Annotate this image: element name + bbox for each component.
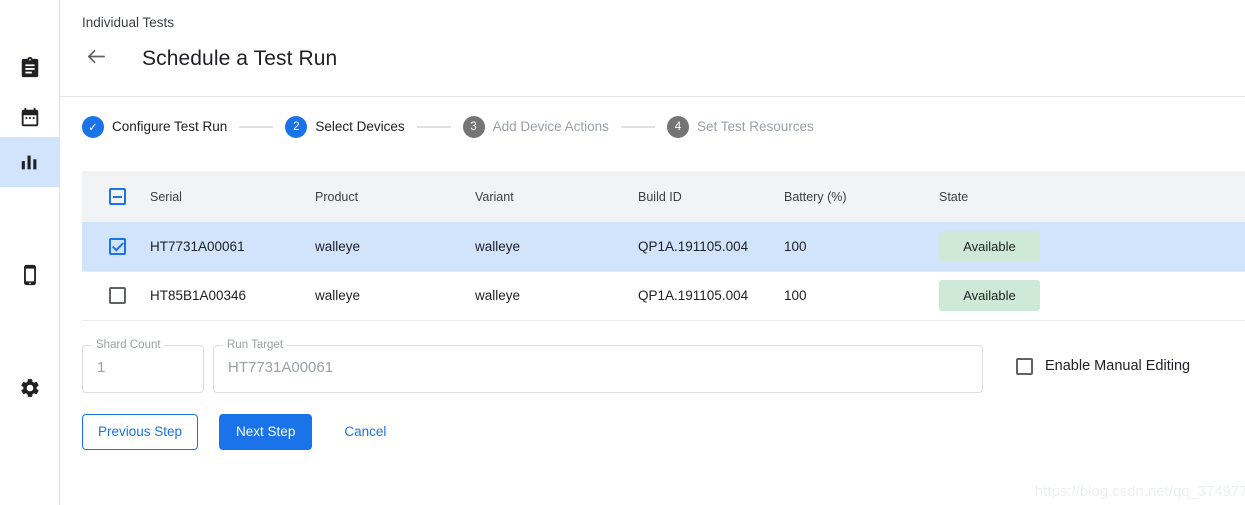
page-title: Schedule a Test Run xyxy=(142,47,337,71)
column-header-serial: Serial xyxy=(150,171,315,222)
cell-battery: 100 xyxy=(784,271,939,320)
enable-manual-editing-label: Enable Manual Editing xyxy=(1045,358,1190,374)
shard-count-field[interactable]: Shard Count 1 xyxy=(82,345,204,393)
run-target-label: Run Target xyxy=(223,338,287,352)
shard-count-value: 1 xyxy=(97,359,105,376)
run-target-field[interactable]: Run Target HT7731A00061 xyxy=(213,345,983,393)
app-window: Individual Tests Schedule a Test Run ✓ C… xyxy=(0,0,1245,505)
row-select-cell xyxy=(82,271,150,320)
sidebar xyxy=(0,0,60,505)
sidebar-item-analytics[interactable] xyxy=(0,137,60,187)
row-checkbox[interactable] xyxy=(109,238,126,255)
step-set-test-resources[interactable]: 4 Set Test Resources xyxy=(667,116,814,138)
step-1-label: Configure Test Run xyxy=(112,119,227,134)
back-button[interactable] xyxy=(79,42,113,76)
step-2-indicator: 2 xyxy=(285,116,307,138)
bar-chart-icon xyxy=(19,151,41,173)
sidebar-item-calendar[interactable] xyxy=(0,93,60,143)
form-row: Shard Count 1 Run Target HT7731A00061 En… xyxy=(82,345,1245,393)
step-1-indicator: ✓ xyxy=(82,116,104,138)
cell-variant: walleye xyxy=(475,271,638,320)
page-header: Individual Tests Schedule a Test Run xyxy=(60,0,1245,97)
step-4-indicator: 4 xyxy=(667,116,689,138)
action-buttons: Previous Step Next Step Cancel xyxy=(82,414,1245,450)
table-row[interactable]: HT7731A00061 walleye walleye QP1A.191105… xyxy=(82,222,1245,271)
breadcrumb: Individual Tests xyxy=(82,14,1245,32)
run-target-value: HT7731A00061 xyxy=(228,359,333,376)
step-connector-2 xyxy=(417,126,451,128)
cell-battery: 100 xyxy=(784,222,939,271)
cell-build-id: QP1A.191105.004 xyxy=(638,222,784,271)
column-header-product: Product xyxy=(315,171,475,222)
select-all-header-cell xyxy=(82,171,150,222)
column-header-state: State xyxy=(939,171,1245,222)
sidebar-item-clipboard[interactable] xyxy=(0,43,60,93)
watermark: https://blog.csdn.net/qq_37497758 xyxy=(1035,484,1245,500)
table-row[interactable]: HT85B1A00346 walleye walleye QP1A.191105… xyxy=(82,271,1245,320)
cell-state: Available xyxy=(939,222,1245,271)
phone-icon xyxy=(19,264,41,286)
step-select-devices[interactable]: 2 Select Devices xyxy=(285,116,404,138)
step-3-indicator: 3 xyxy=(463,116,485,138)
next-step-button[interactable]: Next Step xyxy=(219,414,312,450)
sidebar-item-settings[interactable] xyxy=(0,363,60,413)
step-connector-1 xyxy=(239,126,273,128)
device-table-container: Serial Product Variant Build ID Battery … xyxy=(82,171,1245,321)
step-4-label: Set Test Resources xyxy=(697,119,814,134)
table-body: HT7731A00061 walleye walleye QP1A.191105… xyxy=(82,222,1245,320)
table-header-row: Serial Product Variant Build ID Battery … xyxy=(82,171,1245,222)
shard-count-label: Shard Count xyxy=(92,338,165,352)
arrow-left-icon xyxy=(85,45,108,73)
column-header-variant: Variant xyxy=(475,171,638,222)
cell-serial: HT85B1A00346 xyxy=(150,271,315,320)
stepper: ✓ Configure Test Run 2 Select Devices 3 … xyxy=(60,97,1245,156)
step-3-label: Add Device Actions xyxy=(493,119,609,134)
cell-state: Available xyxy=(939,271,1245,320)
calendar-icon xyxy=(19,107,41,129)
cell-build-id: QP1A.191105.004 xyxy=(638,271,784,320)
title-row: Schedule a Test Run xyxy=(82,42,1245,76)
row-select-cell xyxy=(82,222,150,271)
gear-icon xyxy=(19,377,41,399)
cancel-button[interactable]: Cancel xyxy=(331,414,399,450)
enable-manual-editing-row[interactable]: Enable Manual Editing xyxy=(1016,358,1190,375)
status-badge: Available xyxy=(939,280,1040,311)
column-header-build-id: Build ID xyxy=(638,171,784,222)
step-configure-test-run[interactable]: ✓ Configure Test Run xyxy=(82,116,227,138)
step-add-device-actions[interactable]: 3 Add Device Actions xyxy=(463,116,609,138)
main-content: Individual Tests Schedule a Test Run ✓ C… xyxy=(60,0,1245,505)
cell-product: walleye xyxy=(315,271,475,320)
enable-manual-editing-checkbox[interactable] xyxy=(1016,358,1033,375)
row-checkbox[interactable] xyxy=(109,287,126,304)
step-connector-3 xyxy=(621,126,655,128)
clipboard-icon xyxy=(19,57,41,79)
table-head: Serial Product Variant Build ID Battery … xyxy=(82,171,1245,222)
device-table: Serial Product Variant Build ID Battery … xyxy=(82,171,1245,321)
select-all-checkbox[interactable] xyxy=(109,188,126,205)
column-header-battery: Battery (%) xyxy=(784,171,939,222)
step-2-label: Select Devices xyxy=(315,119,404,134)
sidebar-item-devices[interactable] xyxy=(0,250,60,300)
cell-product: walleye xyxy=(315,222,475,271)
previous-step-button[interactable]: Previous Step xyxy=(82,414,198,450)
cell-serial: HT7731A00061 xyxy=(150,222,315,271)
status-badge: Available xyxy=(939,231,1040,262)
cell-variant: walleye xyxy=(475,222,638,271)
